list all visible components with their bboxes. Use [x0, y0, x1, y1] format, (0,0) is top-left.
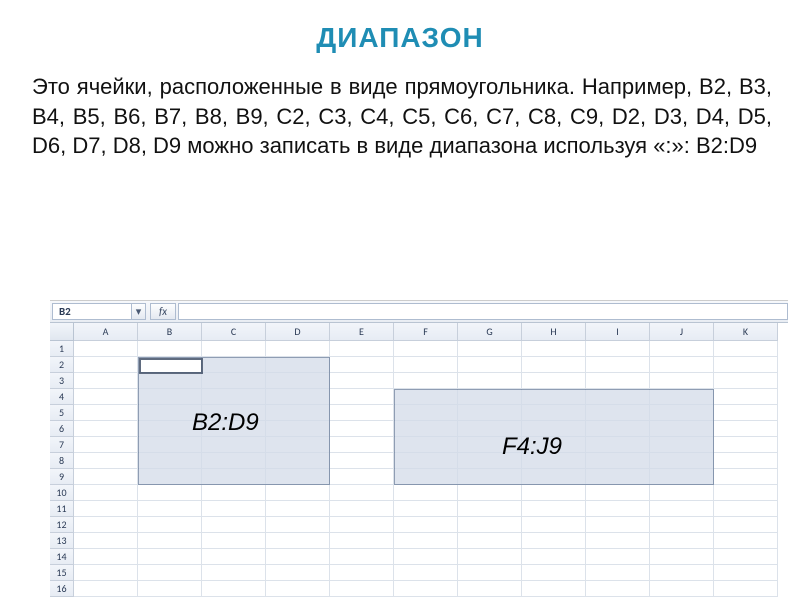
column-header[interactable]: J [650, 323, 714, 341]
column-header[interactable]: B [138, 323, 202, 341]
column-header[interactable]: I [586, 323, 650, 341]
cell-area[interactable]: B2:D9 F4:J9 [74, 341, 788, 597]
column-header[interactable]: C [202, 323, 266, 341]
select-all-corner[interactable] [50, 323, 74, 341]
row-header[interactable]: 10 [50, 485, 74, 501]
column-header[interactable]: H [522, 323, 586, 341]
row-header[interactable]: 7 [50, 437, 74, 453]
insert-function-button[interactable]: fx [150, 303, 176, 320]
column-header[interactable]: D [266, 323, 330, 341]
spreadsheet-grid: 1 2 3 4 5 6 7 8 9 10 11 12 13 14 15 16 A… [50, 323, 788, 597]
column-header[interactable]: E [330, 323, 394, 341]
row-header[interactable]: 5 [50, 405, 74, 421]
row-header[interactable]: 1 [50, 341, 74, 357]
row-header[interactable]: 6 [50, 421, 74, 437]
formula-bar-input[interactable] [178, 303, 788, 320]
active-cell-b2 [139, 358, 203, 374]
selection-range-b2d9 [138, 357, 330, 485]
name-box-dropdown-icon[interactable]: ▾ [132, 303, 146, 320]
formula-bar-row: B2 ▾ fx [50, 301, 788, 323]
column-header[interactable]: K [714, 323, 778, 341]
column-header[interactable]: G [458, 323, 522, 341]
row-header[interactable]: 2 [50, 357, 74, 373]
spreadsheet-screenshot: B2 ▾ fx 1 2 3 4 5 6 7 8 9 10 11 12 13 14… [50, 300, 788, 580]
row-header[interactable]: 4 [50, 389, 74, 405]
row-header[interactable]: 3 [50, 373, 74, 389]
definition-paragraph: Это ячейки, расположенные в виде прямоуг… [0, 54, 800, 161]
name-box[interactable]: B2 [52, 303, 132, 320]
row-header[interactable]: 15 [50, 565, 74, 581]
row-header[interactable]: 9 [50, 469, 74, 485]
row-header[interactable]: 11 [50, 501, 74, 517]
page-title: ДИАПАЗОН [0, 0, 800, 54]
row-header[interactable]: 16 [50, 581, 74, 597]
row-header[interactable]: 13 [50, 533, 74, 549]
column-header[interactable]: A [74, 323, 138, 341]
selection-range-f4j9 [394, 389, 714, 485]
row-header[interactable]: 12 [50, 517, 74, 533]
column-header[interactable]: F [394, 323, 458, 341]
row-header[interactable]: 14 [50, 549, 74, 565]
row-header[interactable]: 8 [50, 453, 74, 469]
